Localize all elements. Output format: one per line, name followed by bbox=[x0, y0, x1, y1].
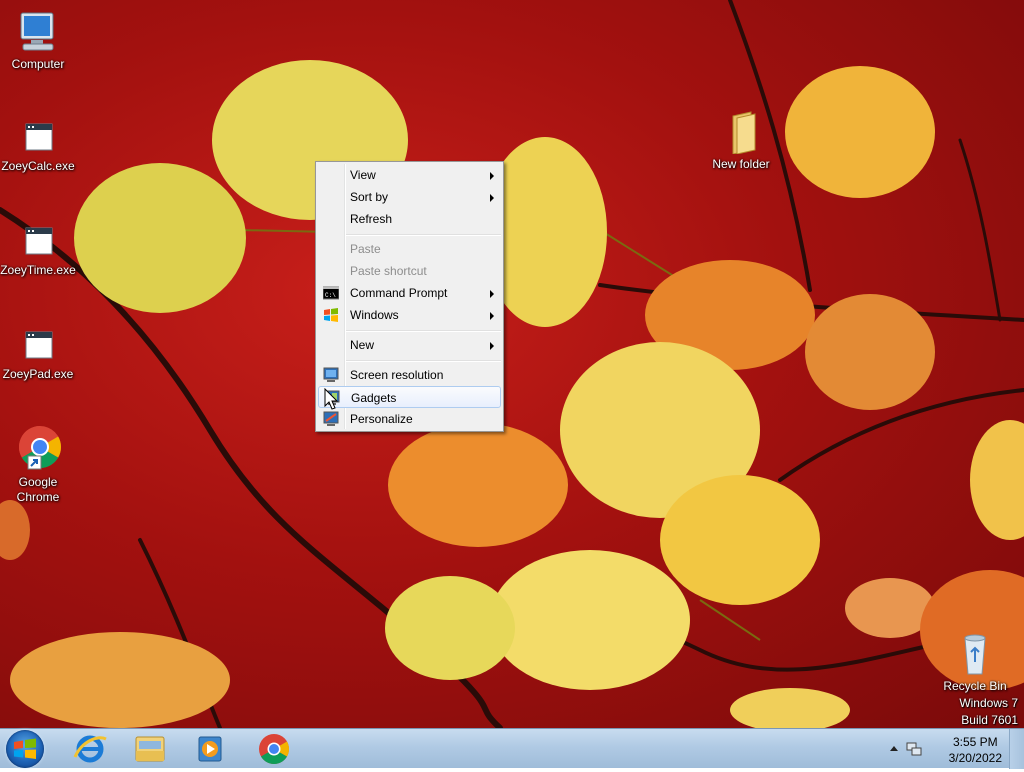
menu-item-label: New bbox=[350, 338, 375, 352]
desktop[interactable]: Computer ZoeyCalc.exe ZoeyTime.exe ZoeyP… bbox=[0, 0, 1024, 728]
menu-item-label: Personalize bbox=[350, 412, 413, 426]
menu-separator bbox=[346, 330, 501, 332]
menu-item-label: Paste bbox=[350, 242, 381, 256]
svg-text:C:\: C:\ bbox=[325, 292, 336, 299]
menu-item-label: Windows bbox=[350, 308, 399, 322]
taskbar-windows-explorer[interactable] bbox=[122, 731, 178, 767]
media-player-icon bbox=[198, 736, 222, 762]
menu-item-windows[interactable]: Windows bbox=[318, 304, 501, 326]
menu-item-new[interactable]: New bbox=[318, 334, 501, 356]
taskbar-internet-explorer[interactable] bbox=[62, 731, 118, 767]
desktop-icon-zoeycalc[interactable]: ZoeyCalc.exe bbox=[0, 118, 76, 174]
clock-date: 3/20/2022 bbox=[948, 751, 1002, 765]
menu-item-command-prompt[interactable]: C:\ Command Prompt bbox=[318, 282, 501, 304]
menu-item-paste-shortcut[interactable]: Paste shortcut bbox=[318, 260, 501, 282]
taskbar-chrome[interactable] bbox=[246, 731, 302, 767]
desktop-icon-label: ZoeyTime.exe bbox=[0, 263, 76, 277]
application-icon bbox=[25, 331, 53, 359]
desktop-icon-label: ZoeyPad.exe bbox=[2, 367, 74, 381]
desktop-icon-new-folder[interactable]: New folder bbox=[703, 110, 779, 172]
submenu-arrow-icon bbox=[490, 342, 494, 350]
folder-icon bbox=[732, 111, 756, 154]
personalize-icon bbox=[323, 411, 339, 426]
windows-explorer-icon bbox=[135, 736, 165, 762]
start-button[interactable] bbox=[6, 730, 44, 768]
menu-item-sort-by[interactable]: Sort by bbox=[318, 186, 501, 208]
taskbar-clock[interactable]: 3:55 PM 3/20/2022 bbox=[949, 734, 1002, 766]
submenu-arrow-icon bbox=[490, 194, 494, 202]
menu-item-view[interactable]: View bbox=[318, 164, 501, 186]
menu-item-screen-resolution[interactable]: Screen resolution bbox=[318, 364, 501, 386]
watermark-line: Build 7601 bbox=[961, 713, 1018, 727]
submenu-arrow-icon bbox=[490, 312, 494, 320]
taskbar-media-player[interactable] bbox=[182, 731, 238, 767]
menu-item-label: Sort by bbox=[350, 190, 389, 204]
menu-item-label: Screen resolution bbox=[350, 368, 444, 382]
application-icon bbox=[25, 227, 53, 255]
taskbar: 3:55 PM 3/20/2022 bbox=[0, 728, 1024, 769]
menu-separator bbox=[346, 234, 501, 236]
internet-explorer-icon bbox=[73, 735, 107, 763]
show-hidden-icons-icon[interactable] bbox=[890, 745, 898, 751]
desktop-icon-zoeytime[interactable]: ZoeyTime.exe bbox=[0, 222, 76, 278]
menu-item-label: Command Prompt bbox=[350, 286, 448, 300]
menu-item-gadgets[interactable]: Gadgets bbox=[318, 386, 501, 408]
desktop-icon-zoeypad[interactable]: ZoeyPad.exe bbox=[0, 326, 76, 382]
desktop-icon-label: New folder bbox=[712, 157, 770, 171]
show-desktop-button[interactable] bbox=[1009, 729, 1024, 769]
chrome-icon bbox=[259, 734, 290, 765]
menu-item-refresh[interactable]: Refresh bbox=[318, 208, 501, 230]
computer-icon bbox=[20, 12, 54, 51]
desktop-icon-google-chrome[interactable]: Google Chrome bbox=[0, 424, 76, 505]
monitor-icon bbox=[323, 367, 339, 382]
menu-item-label: View bbox=[350, 168, 376, 182]
menu-item-paste[interactable]: Paste bbox=[318, 238, 501, 260]
system-tray: 3:55 PM 3/20/2022 bbox=[884, 729, 1024, 769]
windows-logo-icon bbox=[14, 738, 36, 759]
desktop-context-menu: View Sort by Refresh Paste Paste shortcu… bbox=[315, 161, 504, 432]
network-icon[interactable] bbox=[906, 741, 922, 757]
desktop-icon-label: Computer bbox=[11, 57, 65, 71]
desktop-icon-label: Google Chrome bbox=[16, 475, 60, 504]
menu-separator bbox=[346, 360, 501, 362]
watermark-line: Windows 7 bbox=[959, 696, 1018, 710]
command-prompt-icon: C:\ bbox=[323, 286, 339, 300]
desktop-icon-recycle-bin[interactable]: Recycle Bin bbox=[937, 632, 1013, 694]
submenu-arrow-icon bbox=[490, 172, 494, 180]
menu-item-label: Gadgets bbox=[351, 391, 397, 405]
windows-flag-icon bbox=[324, 308, 338, 322]
recycle-bin-icon bbox=[964, 634, 986, 675]
menu-item-personalize[interactable]: Personalize bbox=[318, 408, 501, 430]
mouse-cursor-icon bbox=[324, 388, 339, 410]
menu-item-label: Paste shortcut bbox=[350, 264, 427, 278]
clock-time: 3:55 PM bbox=[952, 735, 998, 749]
menu-item-label: Refresh bbox=[350, 212, 393, 226]
chrome-icon bbox=[18, 426, 62, 470]
desktop-icon-computer[interactable]: Computer bbox=[0, 10, 76, 72]
desktop-icon-label: Recycle Bin bbox=[943, 679, 1007, 693]
windows-version-watermark: Windows 7 Build 7601 bbox=[959, 695, 1018, 728]
wallpaper bbox=[0, 0, 1024, 728]
submenu-arrow-icon bbox=[490, 290, 494, 298]
desktop-icon-label: ZoeyCalc.exe bbox=[1, 159, 75, 173]
application-icon bbox=[25, 123, 53, 151]
